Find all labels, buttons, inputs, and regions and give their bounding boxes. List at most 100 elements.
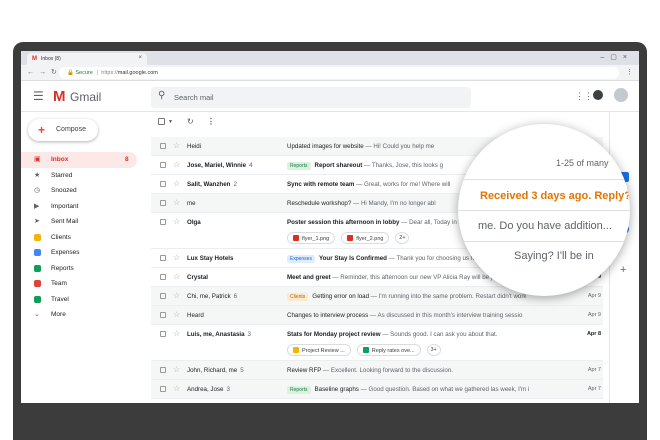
- email-sender: Andrea, Jose 3: [187, 386, 230, 393]
- compose-button[interactable]: + Compose: [28, 119, 98, 141]
- browser-tab-bar: M Inbox (8) × –▢×: [21, 51, 639, 65]
- email-subject: Getting error on load: [312, 293, 370, 300]
- more-options-icon[interactable]: ⋮: [207, 117, 215, 126]
- row-checkbox[interactable]: [160, 293, 166, 299]
- search-bar[interactable]: ⚲ Search mail: [151, 87, 471, 108]
- star-icon[interactable]: ☆: [173, 141, 180, 150]
- email-label-badge[interactable]: Expenses: [287, 255, 315, 263]
- star-icon[interactable]: ☆: [173, 160, 180, 169]
- star-icon[interactable]: ☆: [173, 217, 180, 226]
- star-icon[interactable]: ☆: [173, 198, 180, 207]
- avatar[interactable]: [614, 88, 628, 102]
- star-icon[interactable]: ☆: [173, 179, 180, 188]
- star-icon[interactable]: ☆: [173, 365, 180, 374]
- email-subject-line: Changes to interview process — As discus…: [287, 312, 573, 319]
- star-icon[interactable]: ☆: [173, 272, 180, 281]
- row-checkbox[interactable]: [160, 181, 166, 187]
- row-checkbox[interactable]: [160, 162, 166, 168]
- url-field[interactable]: 🔒 Secure | https://mail.google.com: [59, 67, 619, 79]
- email-subject-line: Reports Baseline graphs — Good question. …: [287, 386, 573, 394]
- email-snippet: — Good question. Based on what we gather…: [358, 386, 530, 393]
- gmail-logo-text[interactable]: Gmail: [70, 90, 101, 104]
- select-all-checkbox[interactable]: [158, 118, 165, 125]
- main-menu-icon[interactable]: ☰: [33, 89, 44, 103]
- email-date: Apr 7: [587, 386, 601, 392]
- email-subject: Updated images for website: [287, 143, 364, 150]
- sidebar-item-expenses[interactable]: Expenses: [21, 245, 137, 261]
- more-attachments-chip[interactable]: 2+: [395, 232, 410, 244]
- sidebar-item-reports[interactable]: Reports: [21, 261, 137, 277]
- window-controls[interactable]: –▢×: [600, 53, 633, 61]
- email-row[interactable]: ☆ Heard Changes to interview process — As …: [151, 306, 603, 325]
- sidebar-item-travel[interactable]: Travel: [21, 292, 137, 308]
- sidebar-item-clients[interactable]: Clients: [21, 230, 137, 246]
- star-icon[interactable]: ☆: [173, 291, 180, 300]
- close-tab-icon[interactable]: ×: [138, 55, 142, 61]
- email-sender: Heard: [187, 312, 204, 319]
- more-attachments-chip[interactable]: 3+: [426, 344, 441, 356]
- sidebar-item-more[interactable]: ⌄ More: [21, 307, 137, 323]
- email-date: Apr 9: [587, 312, 601, 318]
- row-checkbox[interactable]: [160, 367, 166, 373]
- row-checkbox[interactable]: [160, 200, 166, 206]
- sidebar-item-label: Starred: [51, 171, 73, 179]
- email-label-badge[interactable]: Reports: [287, 162, 311, 170]
- row-checkbox[interactable]: [160, 274, 166, 280]
- star-icon[interactable]: ☆: [173, 329, 180, 338]
- browser-tab[interactable]: M Inbox (8) ×: [27, 53, 147, 65]
- sidebar-item-label: Clients: [51, 233, 71, 241]
- sidebar-item-label: More: [51, 311, 66, 318]
- row-checkbox[interactable]: [160, 312, 166, 318]
- unread-count: 8: [125, 156, 129, 163]
- star-icon[interactable]: ☆: [173, 384, 180, 393]
- row-checkbox[interactable]: [160, 386, 166, 392]
- magnified-snippet: Saying? I'll be in: [514, 250, 594, 262]
- email-label-badge[interactable]: Reports: [287, 386, 311, 394]
- sidebar-item-starred[interactable]: ★ Starred: [21, 168, 137, 184]
- file-icon: [293, 235, 299, 241]
- row-checkbox[interactable]: [160, 219, 166, 225]
- email-snippet: — Great, works for me! Where will: [354, 181, 451, 188]
- attachment-chip[interactable]: flyer_2.png: [341, 232, 390, 244]
- sidebar-item-team[interactable]: Team: [21, 276, 137, 292]
- sidebar-item-important[interactable]: ▶ Important: [21, 199, 137, 215]
- nudge-reply-text[interactable]: Received 3 days ago. Reply?: [480, 190, 630, 202]
- attachment-chip[interactable]: Reply rates ove...: [356, 344, 421, 356]
- attachment-chip[interactable]: Project Review ...: [287, 344, 351, 356]
- notifications-icon[interactable]: [593, 90, 603, 100]
- row-checkbox[interactable]: [160, 331, 166, 337]
- browser-menu-icon[interactable]: ⋮: [626, 68, 633, 76]
- url-protocol: https://: [101, 70, 118, 76]
- star-icon[interactable]: ☆: [173, 310, 180, 319]
- file-icon: [362, 347, 369, 353]
- add-addon-icon[interactable]: +: [620, 264, 626, 276]
- inbox-icon: ▣: [34, 156, 41, 163]
- email-snippet: — Excellent. Looking forward to the disc…: [321, 367, 454, 374]
- sidebar-item-label: Sent Mail: [51, 218, 79, 225]
- browser-nav-buttons[interactable]: ←→↻: [27, 68, 62, 76]
- row-checkbox[interactable]: [160, 255, 166, 261]
- search-input[interactable]: Search mail: [174, 93, 214, 102]
- email-label-badge[interactable]: Clients: [287, 293, 309, 301]
- email-row[interactable]: ☆ Luis, me, Anastasia 3 Stats for Monday pr…: [151, 325, 603, 361]
- sidebar-item-snoozed[interactable]: ◷ Snoozed: [21, 183, 137, 199]
- email-row[interactable]: ☆ Andrea, Jose 3 Reports Baseline graphs — G…: [151, 380, 603, 399]
- search-icon[interactable]: ⚲: [158, 90, 165, 101]
- select-dropdown-icon[interactable]: ▼: [168, 119, 173, 125]
- email-date: Apr 9: [587, 293, 601, 299]
- attachment-chip[interactable]: flyer_1.png: [287, 232, 336, 244]
- apps-grid-icon[interactable]: ⋮⋮: [575, 91, 593, 102]
- row-checkbox[interactable]: [160, 143, 166, 149]
- email-sender: Crystal: [187, 274, 208, 281]
- refresh-icon[interactable]: ↻: [187, 117, 194, 126]
- thread-count: 3: [247, 331, 251, 338]
- magnifier-callout: 1-25 of many Received 3 days ago. Reply?…: [458, 124, 630, 296]
- magnifier-divider: [458, 179, 630, 180]
- sidebar-item-inbox[interactable]: ▣ Inbox 8: [21, 152, 137, 168]
- sidebar-item-sent-mail[interactable]: ➤ Sent Mail: [21, 214, 137, 230]
- gmail-logo-icon[interactable]: M: [53, 88, 66, 105]
- url-separator: |: [96, 70, 99, 76]
- email-row[interactable]: ☆ John, Richard, me 5 Review RFP — Excellen…: [151, 361, 603, 380]
- star-icon[interactable]: ☆: [173, 253, 180, 262]
- page-count: 1-25 of many: [556, 158, 609, 168]
